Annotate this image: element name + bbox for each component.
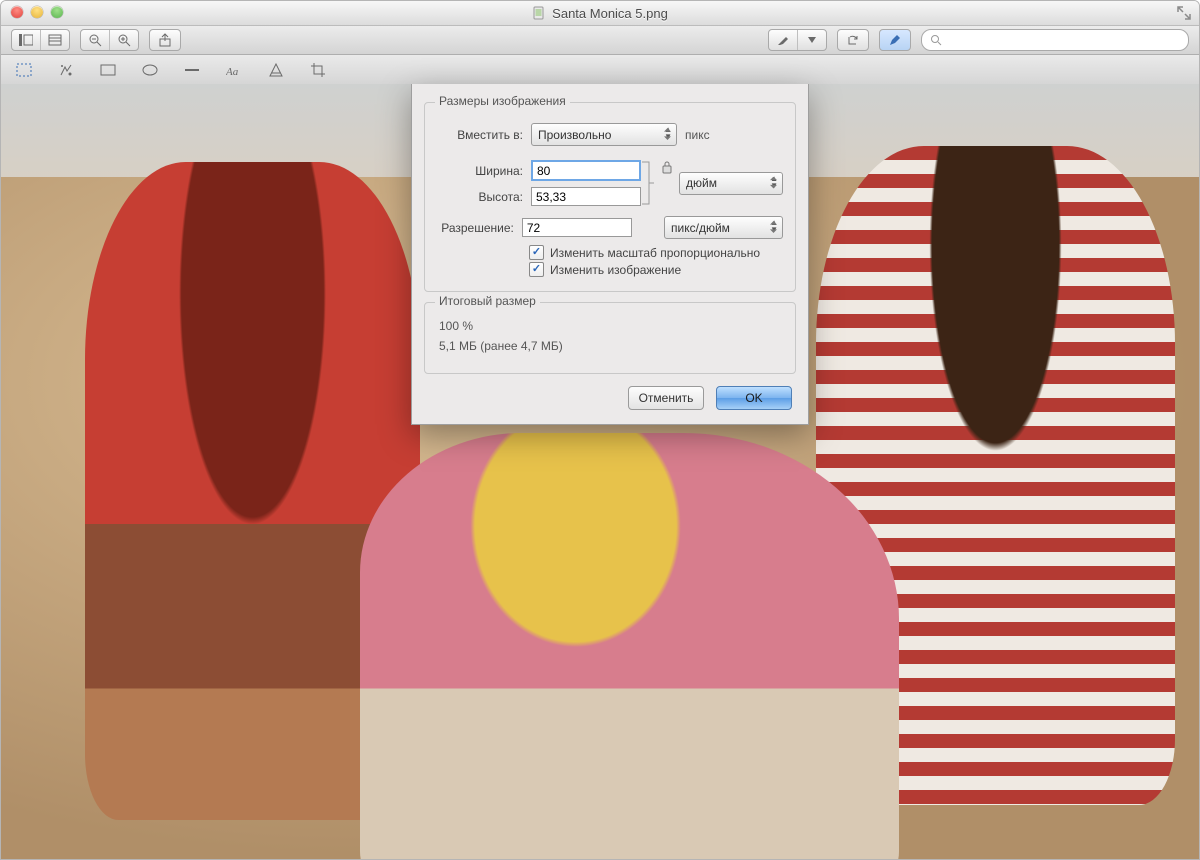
markup-group-left — [768, 29, 827, 51]
resolution-label: Разрешение: — [437, 221, 522, 235]
titlebar: Santa Monica 5.png — [1, 1, 1199, 26]
app-window: Santa Monica 5.png A — [0, 0, 1200, 860]
text-tool[interactable]: Aa — [225, 61, 243, 79]
search-field[interactable] — [921, 29, 1189, 51]
svg-text:Aa: Aa — [226, 66, 239, 77]
height-input[interactable] — [531, 187, 641, 206]
result-section-label: Итоговый размер — [435, 294, 540, 308]
fit-into-select[interactable]: Произвольно ▲▼ — [531, 123, 677, 146]
scale-proportionally-label: Изменить масштаб пропорционально — [550, 246, 760, 260]
view-mode-group — [11, 29, 70, 51]
width-input[interactable] — [531, 160, 641, 181]
resample-image-checkbox[interactable] — [529, 262, 544, 277]
resolution-input[interactable] — [522, 218, 632, 237]
ellipse-shape-tool[interactable] — [141, 61, 159, 79]
line-tool[interactable] — [183, 61, 201, 79]
zoom-out-button[interactable] — [81, 30, 110, 50]
rotate-button[interactable] — [837, 29, 869, 51]
edit-toolbar-button[interactable] — [879, 29, 911, 51]
result-section: Итоговый размер 100 % 5,1 МБ (ранее 4,7 … — [424, 302, 796, 374]
content-view-button[interactable] — [41, 30, 69, 50]
cancel-button[interactable]: Отменить — [628, 386, 704, 410]
height-label: Высота: — [437, 190, 531, 204]
instant-alpha-tool[interactable] — [57, 61, 75, 79]
main-toolbar — [1, 26, 1199, 55]
share-button[interactable] — [149, 29, 181, 51]
scale-proportionally-checkbox[interactable] — [529, 245, 544, 260]
result-percent: 100 % — [439, 319, 781, 333]
window-title-text: Santa Monica 5.png — [552, 6, 668, 21]
fullscreen-button[interactable] — [1175, 4, 1193, 22]
fit-into-label: Вместить в: — [437, 128, 531, 142]
lock-icon[interactable] — [661, 160, 673, 177]
dimensions-section-label: Размеры изображения — [435, 94, 570, 108]
highlight-button[interactable] — [769, 30, 798, 50]
thumbnails-view-button[interactable] — [12, 30, 41, 50]
width-label: Ширина: — [437, 164, 531, 178]
edit-toolbar: Aa — [1, 55, 1199, 86]
zoom-in-button[interactable] — [110, 30, 138, 50]
crop-tool[interactable] — [309, 61, 327, 79]
result-size: 5,1 МБ (ранее 4,7 МБ) — [439, 339, 781, 353]
search-icon — [930, 34, 942, 46]
zoom-group — [80, 29, 139, 51]
document-icon — [532, 6, 546, 20]
adjust-color-tool[interactable] — [267, 61, 285, 79]
highlight-menu-button[interactable] — [798, 30, 826, 50]
wh-unit-select[interactable]: дюйм ▲▼ — [679, 172, 783, 195]
fit-unit-label: пикс — [685, 128, 710, 142]
resolution-unit-select[interactable]: пикс/дюйм ▲▼ — [664, 216, 783, 239]
resample-image-label: Изменить изображение — [550, 263, 681, 277]
resize-dialog: Размеры изображения Вместить в: Произвол… — [411, 84, 809, 425]
rectangle-shape-tool[interactable] — [99, 61, 117, 79]
link-bracket-icon — [641, 160, 655, 206]
window-title: Santa Monica 5.png — [1, 6, 1199, 21]
ok-button[interactable]: OK — [716, 386, 792, 410]
rectangular-selection-tool[interactable] — [15, 61, 33, 79]
